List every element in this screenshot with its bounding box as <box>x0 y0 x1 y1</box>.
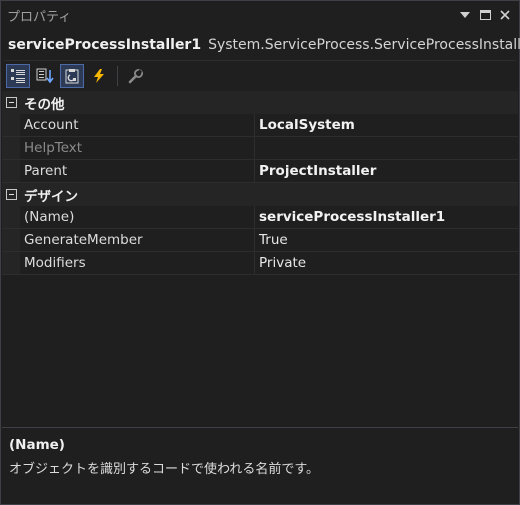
properties-icon <box>65 69 79 84</box>
property-value[interactable]: serviceProcessInstaller1 <box>255 206 518 228</box>
toolbar-separator <box>117 66 118 86</box>
property-name: GenerateMember <box>20 229 255 251</box>
window-menu-dropdown-icon[interactable] <box>455 5 475 25</box>
events-button[interactable] <box>87 64 111 88</box>
selected-object-name: serviceProcessInstaller1 <box>8 37 202 53</box>
property-row-name[interactable]: (Name) serviceProcessInstaller1 <box>2 206 518 229</box>
window-title: プロパティ <box>7 9 72 25</box>
property-pages-button[interactable] <box>124 64 148 88</box>
selected-object-type: System.ServiceProcess.ServiceProcessInst… <box>208 37 520 53</box>
description-pane: (Name) オブジェクトを識別するコードで使われる名前です。 <box>2 427 518 503</box>
object-selector-dropdown[interactable]: serviceProcessInstaller1 System.ServiceP… <box>4 30 520 61</box>
collapse-icon[interactable] <box>6 189 17 200</box>
property-value[interactable]: Private <box>255 252 518 274</box>
property-row-modifiers[interactable]: Modifiers Private <box>2 252 518 275</box>
property-row-helptext[interactable]: HelpText <box>2 137 518 160</box>
property-name: Account <box>20 114 255 136</box>
property-name: Modifiers <box>20 252 255 274</box>
category-header-other[interactable]: その他 <box>2 91 518 114</box>
properties-button[interactable] <box>60 64 84 88</box>
property-pages-wrench-icon <box>128 69 143 84</box>
description-title: (Name) <box>9 437 65 453</box>
alphabetical-icon <box>36 68 54 84</box>
category-label: デザイン <box>24 188 78 205</box>
property-name: Parent <box>20 160 255 182</box>
categorized-icon <box>11 69 25 83</box>
property-grid: その他 Account LocalSystem HelpText Parent … <box>2 91 518 425</box>
property-row-generatemember[interactable]: GenerateMember True <box>2 229 518 252</box>
property-value[interactable]: LocalSystem <box>255 114 518 136</box>
property-row-parent[interactable]: Parent ProjectInstaller <box>2 160 518 183</box>
property-name: HelpText <box>20 137 255 159</box>
title-bar: プロパティ <box>1 1 519 29</box>
collapse-icon[interactable] <box>6 97 17 108</box>
property-value[interactable]: True <box>255 229 518 251</box>
toolbar <box>1 61 519 91</box>
maximize-icon[interactable] <box>475 5 495 25</box>
category-header-design[interactable]: デザイン <box>2 183 518 206</box>
close-icon[interactable] <box>495 5 515 25</box>
events-lightning-icon <box>94 69 104 83</box>
property-name: (Name) <box>20 206 255 228</box>
property-row-account[interactable]: Account LocalSystem <box>2 114 518 137</box>
alphabetical-button[interactable] <box>33 64 57 88</box>
property-value[interactable] <box>255 137 518 159</box>
description-text: オブジェクトを識別するコードで使われる名前です。 <box>9 462 320 477</box>
properties-window: プロパティ serviceProcessInstaller1 System.Se… <box>0 0 520 505</box>
category-label: その他 <box>24 96 65 113</box>
categorized-button[interactable] <box>6 64 30 88</box>
property-value[interactable]: ProjectInstaller <box>255 160 518 182</box>
